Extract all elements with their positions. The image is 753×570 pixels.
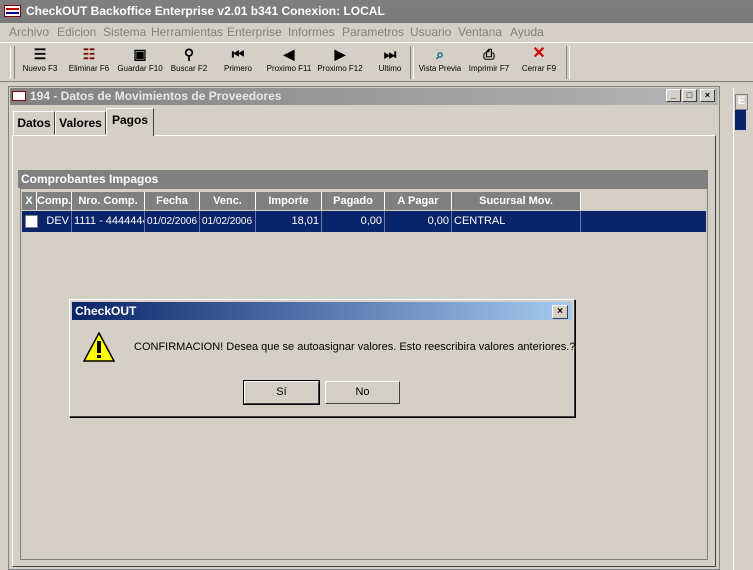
save-button[interactable]: ▣ Guardar F10 [114,45,166,79]
toolbar-separator [410,46,414,79]
cell-pagado: 0,00 [322,211,385,232]
first-icon: ⏮ [231,46,245,62]
last-icon: ⏭ [383,46,397,62]
column-header-venc[interactable]: Venc. [200,192,256,210]
close-button[interactable]: ✕ Cerrar F9 [518,45,560,79]
cell-importe: 18,01 [256,211,322,232]
background-window-title[interactable]: E [735,94,748,110]
warning-icon [83,332,115,362]
menu-bar: Archivo Edicion Sistema Herramientas Ent… [0,23,753,42]
app-title: CheckOUT Backoffice Enterprise v2.01 b34… [26,4,385,18]
column-header-nro-comp[interactable]: Nro. Comp. [72,192,145,210]
menu-herramientas[interactable]: Herramientas [151,25,223,39]
delete-icon: ☷ [82,46,96,62]
tab-datos[interactable]: Datos [13,111,55,135]
menu-enterprise[interactable]: Enterprise [227,25,282,39]
column-header-sucursal[interactable]: Sucursal Mov. [452,192,581,210]
column-header-a-pagar[interactable]: A Pagar [385,192,452,210]
binoculars-icon: ⚲ [183,46,195,62]
prev-icon: ◀ [283,46,295,62]
maximize-button[interactable]: □ [682,89,697,102]
menu-archivo[interactable]: Archivo [9,25,49,39]
cell-comp: DEV [37,211,72,232]
cell-venc: 01/02/2006 [200,211,256,232]
preview-button[interactable]: ⌕ Vista Previa [416,45,464,79]
tab-pagos[interactable]: Pagos [106,108,154,136]
child-window-title: 194 - Datos de Movimientos de Proveedore… [30,89,282,103]
dialog-close-button[interactable]: × [552,305,568,319]
menu-edicion[interactable]: Edicion [57,25,96,39]
preview-icon: ⌕ [436,46,444,62]
dialog-title: CheckOUT [75,304,137,318]
minimize-button[interactable]: _ [666,89,681,102]
section-title: Comprobantes Impagos [18,170,708,188]
cell-a-pagar: 0,00 [385,211,452,232]
new-icon: ☰ [33,46,47,62]
cell-nro-comp: 1111 - 44444444 [72,211,145,232]
confirmation-dialog: CheckOUT × CONFIRMACION! Desea que se au… [69,299,575,417]
toolbar-separator-end [566,46,570,79]
app-logo-icon [4,5,21,17]
print-button[interactable]: ⎙ Imprimir F7 [466,45,512,79]
column-header-pagado[interactable]: Pagado [322,192,385,210]
menu-sistema[interactable]: Sistema [103,25,146,39]
save-icon: ▣ [133,46,147,62]
tab-valores[interactable]: Valores [55,111,106,135]
last-button[interactable]: ⏭ Ultimo [372,45,408,79]
cell-fecha: 01/02/2006 [145,211,200,232]
column-header-comp[interactable]: Comp. [37,192,72,210]
dialog-title-bar: CheckOUT × [72,302,572,320]
yes-button[interactable]: Sí [243,380,320,405]
child-close-button[interactable]: × [700,89,715,102]
close-x-icon: ✕ [532,45,546,62]
menu-usuario[interactable]: Usuario [410,25,451,39]
toolbar: ☰ Nuevo F3 ☷ Eliminar F6 ▣ Guardar F10 ⚲… [0,42,753,82]
child-window-title-bar: 194 - Datos de Movimientos de Proveedore… [10,88,718,105]
column-header-importe[interactable]: Importe [256,192,322,210]
background-window-selection [735,110,746,130]
previous-button[interactable]: ◀ Proximo F11 [264,45,314,79]
app-title-bar: CheckOUT Backoffice Enterprise v2.01 b34… [0,0,753,23]
menu-informes[interactable]: Informes [288,25,335,39]
new-button[interactable]: ☰ Nuevo F3 [18,45,62,79]
background-window-edge: E [733,88,748,570]
child-window-icon [12,91,26,101]
delete-button[interactable]: ☷ Eliminar F6 [64,45,114,79]
dialog-message: CONFIRMACION! Desea que se autoasignar v… [134,341,576,353]
menu-ayuda[interactable]: Ayuda [510,25,544,39]
toolbar-grip[interactable] [10,46,15,79]
search-button[interactable]: ⚲ Buscar F2 [166,45,212,79]
column-header-fecha[interactable]: Fecha [145,192,200,210]
column-header-x[interactable]: X [22,192,37,210]
no-button[interactable]: No [325,381,400,404]
cell-sucursal: CENTRAL [452,211,581,232]
printer-icon: ⎙ [483,46,495,62]
menu-parametros[interactable]: Parametros [342,25,404,39]
next-icon: ▶ [334,46,346,62]
menu-ventana[interactable]: Ventana [458,25,502,39]
first-button[interactable]: ⏮ Primero [218,45,258,79]
next-button[interactable]: ▶ Proximo F12 [314,45,366,79]
